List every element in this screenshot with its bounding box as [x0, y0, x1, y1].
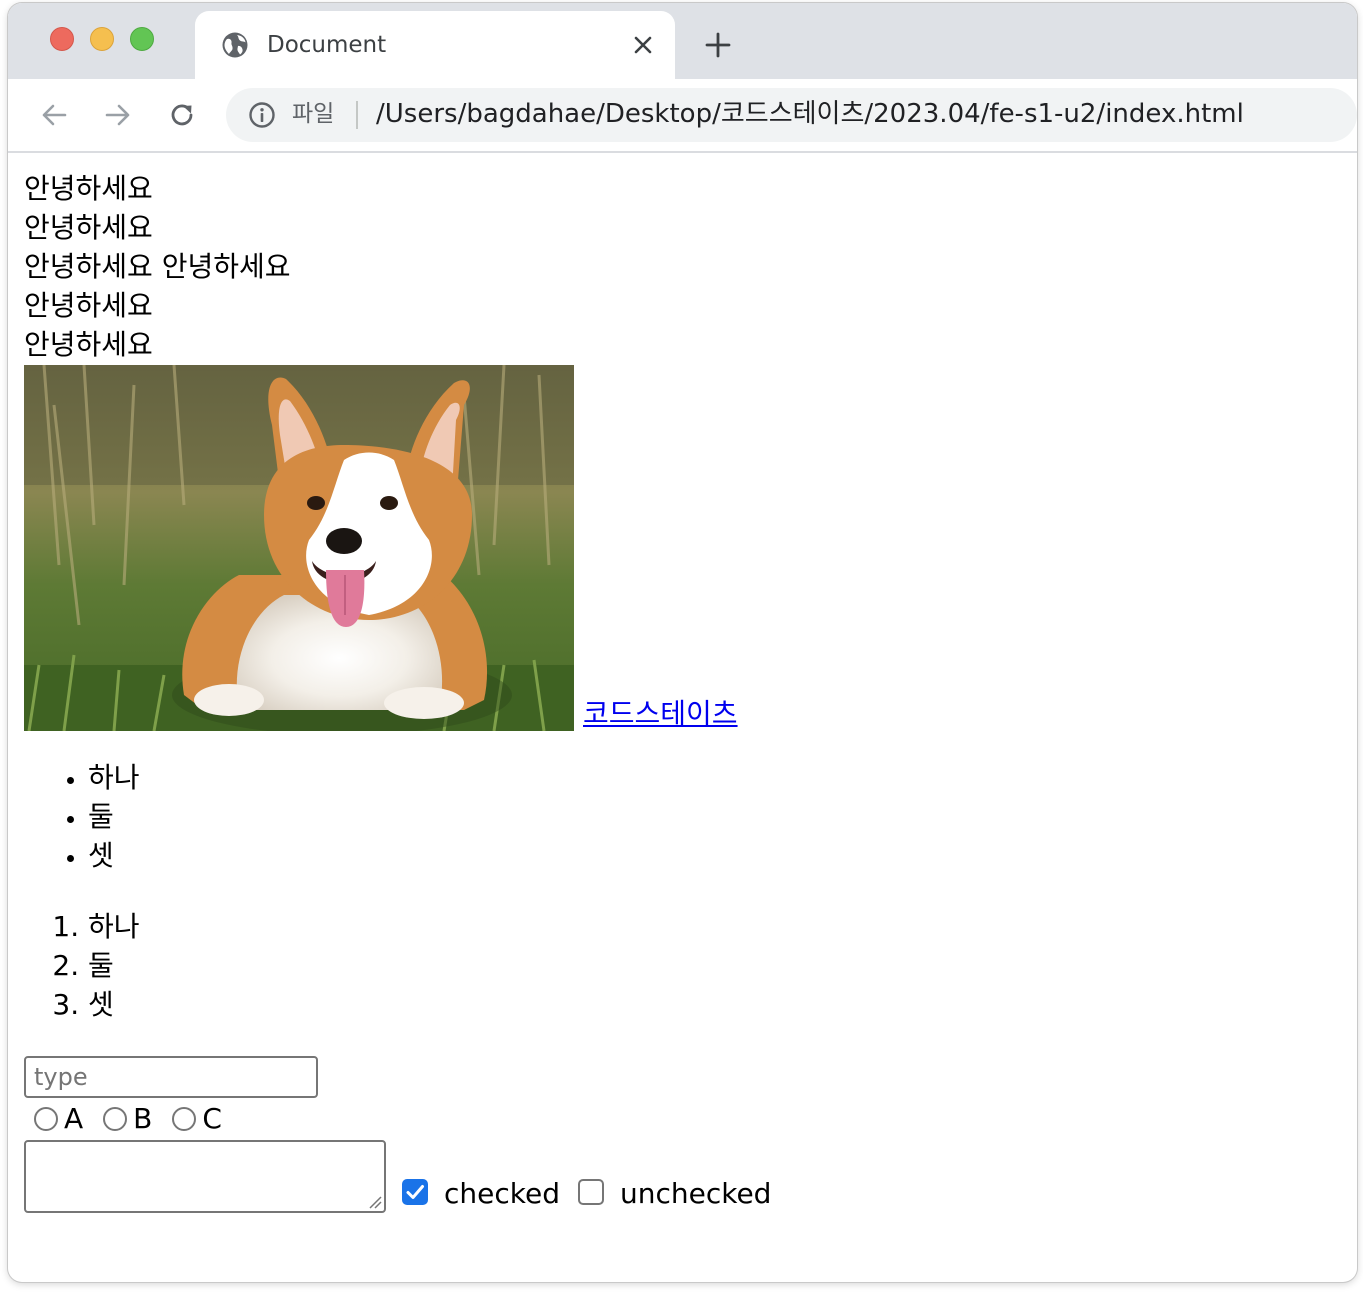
arrow-right-icon[interactable]: [102, 99, 134, 131]
textarea[interactable]: [24, 1140, 386, 1213]
list-item: 하나: [88, 758, 1357, 797]
list-item: 둘: [88, 797, 1357, 836]
form-area: A B C checked unchec: [24, 1056, 1357, 1213]
close-icon[interactable]: [629, 31, 657, 59]
zoom-window-button[interactable]: [130, 27, 154, 51]
minimize-window-button[interactable]: [90, 27, 114, 51]
info-icon[interactable]: [248, 101, 276, 129]
address-divider: [356, 101, 358, 129]
radio-group: A B C: [34, 1098, 1357, 1140]
radio-label: C: [202, 1102, 222, 1135]
globe-icon: [222, 32, 248, 58]
corgi-image: [24, 365, 574, 731]
list-item: 셋: [88, 985, 1357, 1024]
reload-icon[interactable]: [166, 99, 198, 131]
checkmark-icon: [406, 1185, 424, 1199]
greeting-line: 안녕하세요: [24, 289, 153, 322]
resize-grip-icon[interactable]: [368, 1195, 382, 1209]
codestates-link[interactable]: 코드스테이츠: [583, 697, 738, 731]
list-item: 하나: [88, 907, 1357, 946]
scheme-label: 파일: [292, 101, 335, 127]
list-item: 셋: [88, 836, 1357, 875]
image-link-row: 코드스테이츠: [24, 365, 1357, 731]
greeting-line: 안녕하세요: [24, 328, 153, 361]
radio-label: A: [64, 1102, 84, 1135]
browser-window: Document 파일 /Users/bagdahae/Desktop/코드스테…: [8, 3, 1357, 1282]
address-bar[interactable]: 파일 /Users/bagdahae/Desktop/코드스테이츠/2023.0…: [226, 88, 1357, 142]
plus-icon[interactable]: [704, 31, 732, 59]
textarea-checkbox-row: checked unchecked: [24, 1140, 1357, 1213]
tab-strip: Document: [8, 3, 1357, 79]
type-input[interactable]: [24, 1056, 318, 1098]
greeting-line: 안녕하세요: [24, 172, 153, 205]
browser-toolbar: 파일 /Users/bagdahae/Desktop/코드스테이츠/2023.0…: [8, 79, 1357, 153]
ordered-list: 하나 둘 셋: [24, 907, 1357, 1024]
tab-document[interactable]: Document: [195, 11, 675, 79]
radio-b[interactable]: [103, 1107, 128, 1131]
checked-checkbox[interactable]: [402, 1179, 428, 1205]
unordered-list: 하나 둘 셋: [24, 758, 1357, 875]
arrow-left-icon[interactable]: [38, 99, 70, 131]
page-content: 안녕하세요 안녕하세요 안녕하세요 안녕하세요 안녕하세요 안녕하세요 코드스테…: [8, 155, 1357, 1282]
greeting-line: 안녕하세요 안녕하세요: [24, 250, 291, 283]
greeting-line: 안녕하세요: [24, 211, 153, 244]
unchecked-checkbox[interactable]: [577, 1179, 604, 1205]
radio-a[interactable]: [34, 1107, 58, 1131]
checked-label: checked: [444, 1177, 560, 1210]
radio-c[interactable]: [172, 1107, 197, 1131]
radio-label: B: [133, 1102, 153, 1135]
tab-title: Document: [267, 32, 387, 58]
unchecked-label: unchecked: [619, 1177, 772, 1210]
close-window-button[interactable]: [50, 27, 74, 51]
url-text[interactable]: /Users/bagdahae/Desktop/코드스테이츠/2023.04/f…: [376, 99, 1244, 129]
list-item: 둘: [88, 946, 1357, 985]
